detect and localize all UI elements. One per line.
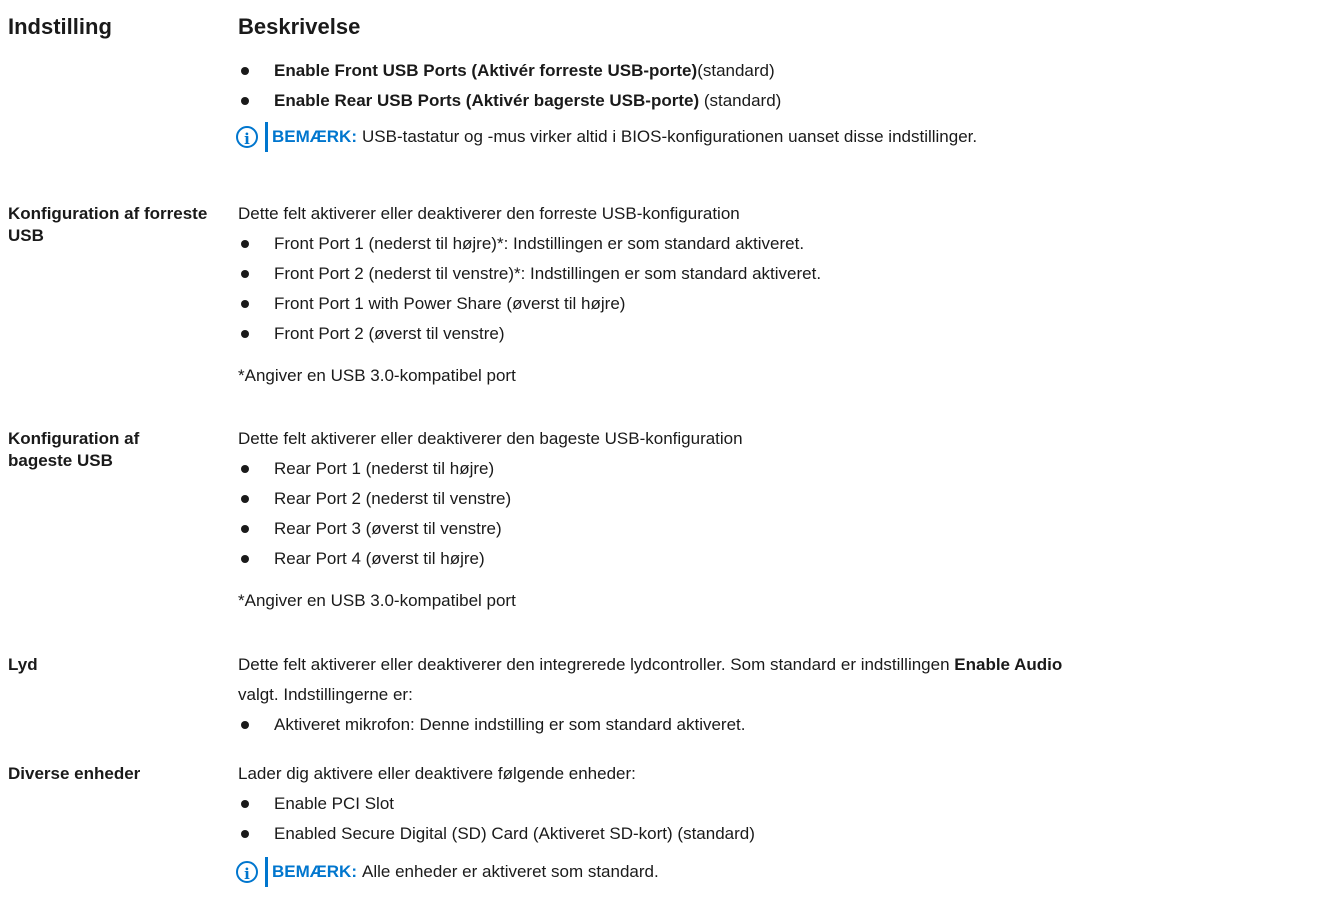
- list-item-bold: Enable Rear USB Ports (Aktivér bagerste …: [274, 91, 700, 110]
- note-divider: [265, 857, 268, 887]
- note-text: Alle enheder er aktiveret som standard.: [362, 862, 659, 881]
- setting-label: Diverse enheder: [8, 764, 141, 783]
- info-icon: i: [236, 861, 258, 883]
- description-cell: Dette felt aktiverer eller deaktiverer d…: [238, 650, 1342, 740]
- setting-label: Lyd: [8, 655, 38, 674]
- description-intro: Dette felt aktiverer eller deaktiverer d…: [238, 429, 743, 448]
- list-item: Enabled Secure Digital (SD) Card (Aktive…: [238, 819, 1342, 849]
- setting-label: Konfiguration af forreste USB: [8, 204, 208, 245]
- info-icon: i: [236, 126, 258, 148]
- list-item: Front Port 1 with Power Share (øverst ti…: [238, 289, 1342, 319]
- description-intro: Dette felt aktiverer eller deaktiverer d…: [238, 650, 1342, 680]
- footnote: *Angiver en USB 3.0-kompatibel port: [238, 591, 516, 610]
- list-item: Enable PCI Slot: [238, 789, 1342, 819]
- description-cell: Lader dig aktivere eller deaktivere følg…: [236, 759, 1342, 887]
- list-item-suffix: (standard): [697, 61, 775, 80]
- list-item: Front Port 1 (nederst til højre)*: Indst…: [238, 229, 1342, 259]
- description-intro: Lader dig aktivere eller deaktivere følg…: [238, 764, 636, 783]
- footnote: *Angiver en USB 3.0-kompatibel port: [238, 366, 516, 385]
- list-item: Rear Port 4 (øverst til højre): [238, 544, 1342, 574]
- list-item: Enable Rear USB Ports (Aktivér bagerste …: [238, 86, 1342, 116]
- column-header-description: Beskrivelse: [238, 14, 361, 39]
- list-item: Rear Port 2 (nederst til venstre): [238, 484, 1342, 514]
- note-label: BEMÆRK:: [272, 127, 357, 146]
- list-item-bold: Enable Front USB Ports (Aktivér forreste…: [274, 61, 698, 80]
- note-label: BEMÆRK:: [272, 862, 357, 881]
- list-item: Enable Front USB Ports (Aktivér forreste…: [238, 56, 1342, 86]
- description-cell: Dette felt aktiverer eller deaktiverer d…: [238, 424, 1342, 616]
- setting-label: Konfiguration af bageste USB: [8, 429, 140, 470]
- note: i BEMÆRK: Alle enheder er aktiveret som …: [236, 857, 1342, 887]
- list-item: Front Port 2 (nederst til venstre)*: Ind…: [238, 259, 1342, 289]
- list-item-suffix: (standard): [699, 91, 782, 110]
- description-cell: Dette felt aktiverer eller deaktiverer d…: [238, 199, 1342, 391]
- description-cell: Enable Front USB Ports (Aktivér forreste…: [236, 56, 1342, 152]
- list-item: Rear Port 1 (nederst til højre): [238, 454, 1342, 484]
- description-intro-cont: valgt. Indstillingerne er:: [238, 685, 413, 704]
- column-header-setting: Indstilling: [8, 14, 112, 39]
- note-divider: [265, 122, 268, 152]
- note-text: USB-tastatur og -mus virker altid i BIOS…: [362, 127, 978, 146]
- note: i BEMÆRK: USB-tastatur og -mus virker al…: [236, 122, 1342, 152]
- intro-bold: Enable Audio: [954, 655, 1063, 674]
- intro-text: Dette felt aktiverer eller deaktiverer d…: [238, 655, 955, 674]
- list-item: Front Port 2 (øverst til venstre): [238, 319, 1342, 349]
- list-item: Rear Port 3 (øverst til venstre): [238, 514, 1342, 544]
- list-item: Aktiveret mikrofon: Denne indstilling er…: [238, 710, 1342, 740]
- description-intro: Dette felt aktiverer eller deaktiverer d…: [238, 204, 740, 223]
